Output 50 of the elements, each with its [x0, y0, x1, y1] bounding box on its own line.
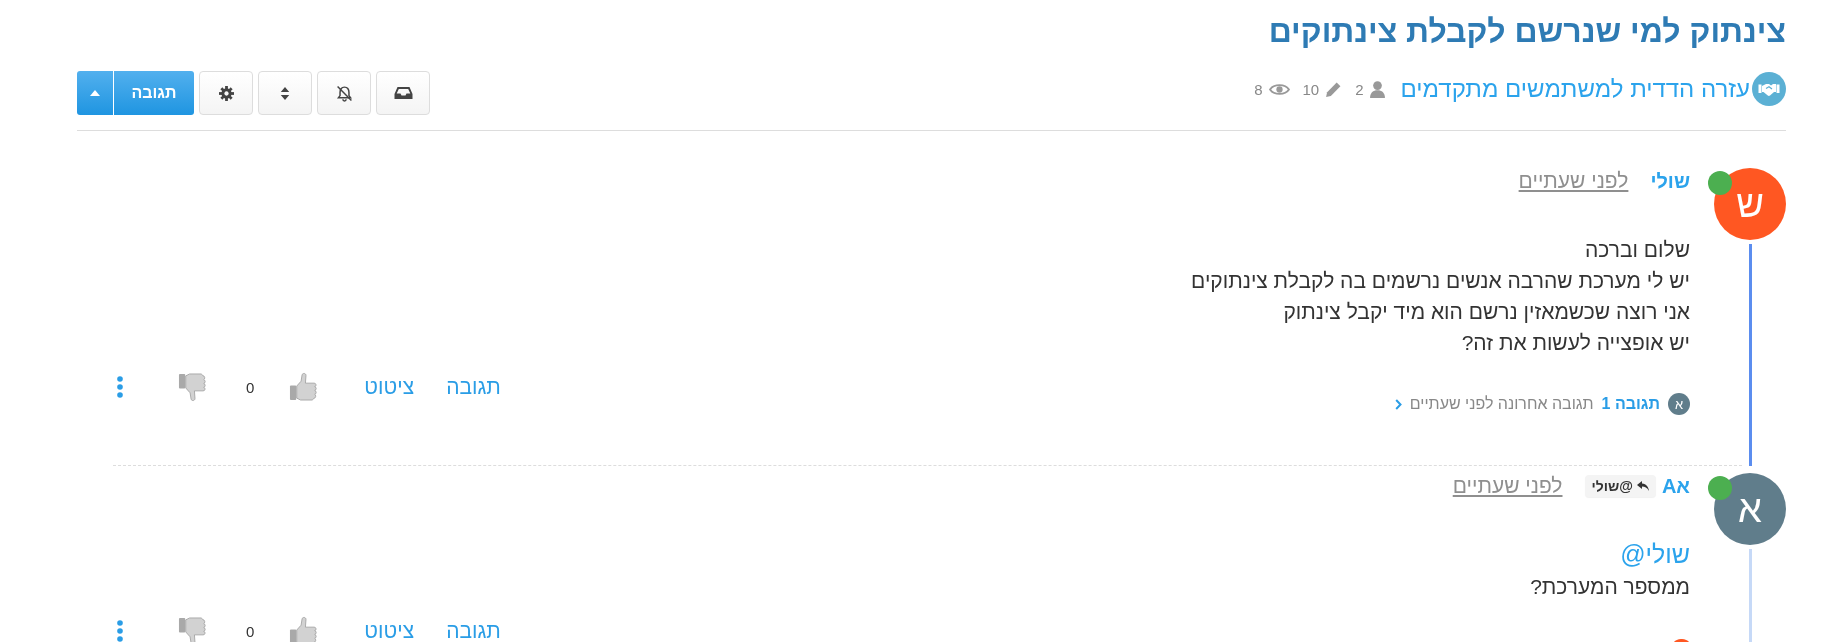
- post-text: יש אופצייה לעשות את זה?: [1460, 330, 1690, 356]
- topic-title: צינתוק למי שנרשם לקבלת צינתוקים: [1267, 12, 1786, 50]
- chevron-icon[interactable]: [1394, 398, 1402, 410]
- user-icon: [1369, 80, 1385, 98]
- more-icon[interactable]: [117, 620, 123, 642]
- more-icon[interactable]: [117, 376, 123, 398]
- mute-button[interactable]: [317, 71, 371, 115]
- vote-count: 0: [246, 622, 255, 640]
- vote-count: 0: [246, 378, 255, 396]
- quote-link[interactable]: ציטוט: [364, 619, 415, 642]
- post-time[interactable]: לפני שעתיים: [1452, 474, 1563, 498]
- settings-icon: [218, 85, 234, 101]
- poster-count: 2: [1355, 80, 1364, 98]
- author-name[interactable]: שולי: [1650, 169, 1690, 193]
- inbox-button[interactable]: [376, 71, 430, 115]
- pencil-icon: [1325, 80, 1343, 98]
- mention-link[interactable]: @שולי: [1620, 540, 1690, 568]
- post-text: אני רוצה שכשמאזין נרשם הוא מיד יקבל צינתוק: [1282, 299, 1690, 325]
- post-time[interactable]: לפני שעתיים: [1518, 169, 1629, 193]
- reply-arrow-icon: [1636, 481, 1649, 491]
- settings-button[interactable]: [199, 71, 253, 115]
- last-reply-time: תגובה אחרונה לפני שעתיים: [1409, 395, 1594, 413]
- post-text: שלום וברכה: [1584, 237, 1690, 263]
- user-avatar[interactable]: ש: [1714, 168, 1786, 240]
- user-avatar[interactable]: [1673, 639, 1690, 642]
- view-count: 8: [1254, 80, 1263, 98]
- post-count: 10: [1302, 80, 1320, 98]
- reply-link[interactable]: תגובה: [446, 375, 501, 399]
- thumbs-down-icon[interactable]: [178, 372, 207, 402]
- post-text: יש לי מערכת שהרבה אנשים נרשמים בה לקבלת צינתוקים: [1190, 268, 1690, 294]
- reply-to-link[interactable]: @שולי: [1584, 475, 1656, 497]
- user-avatar[interactable]: א: [1668, 393, 1690, 415]
- reply-link[interactable]: תגובה: [446, 619, 501, 642]
- author-name[interactable]: אA: [1661, 474, 1690, 498]
- reply-button[interactable]: תגובה: [114, 71, 194, 115]
- sort-icon: [280, 85, 290, 101]
- user-avatar[interactable]: א: [1714, 473, 1786, 545]
- caret-icon: [90, 90, 100, 96]
- reply-options-button[interactable]: [77, 71, 113, 115]
- inbox-icon: [393, 86, 413, 100]
- thumbs-up-icon[interactable]: [289, 372, 319, 402]
- reply-count-link[interactable]: תגובה 1: [1601, 395, 1660, 413]
- thumbs-down-icon[interactable]: [178, 616, 207, 642]
- thumbs-up-icon[interactable]: [289, 616, 319, 642]
- category-link[interactable]: עזרה הדדית למשתמשים מתקדמים: [1400, 75, 1750, 103]
- bell-slash-icon: [335, 84, 353, 102]
- post-text: ממספר המערכת?: [1529, 574, 1690, 600]
- quote-link[interactable]: ציטוט: [364, 375, 415, 399]
- handshake-icon: [1752, 72, 1786, 106]
- eye-icon: [1268, 81, 1290, 97]
